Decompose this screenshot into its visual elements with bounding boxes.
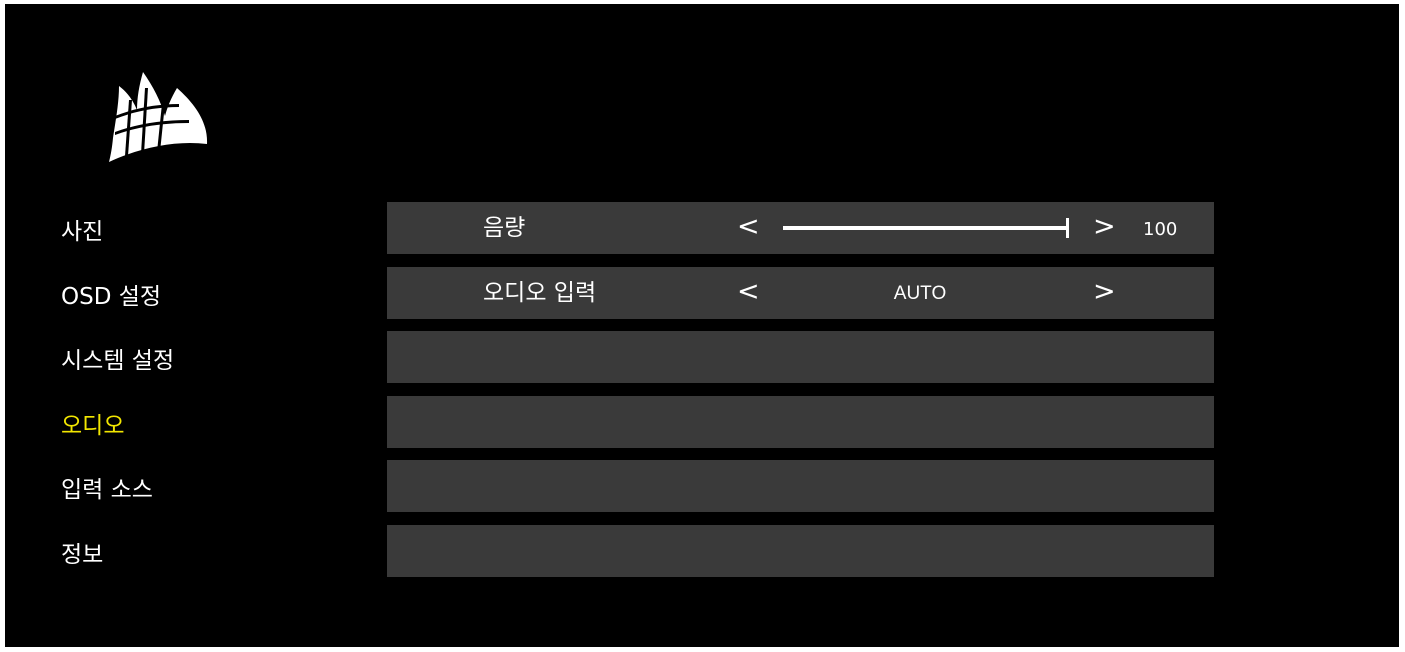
volume-increase-arrow-icon[interactable]: > [1093,202,1116,252]
menu-item-osd-settings[interactable]: OSD 설정 [61,265,174,330]
volume-label: 음량 [483,215,526,241]
audio-input-next-arrow-icon[interactable]: > [1093,267,1116,317]
menu-item-audio[interactable]: 오디오 [61,394,174,459]
menu-item-information[interactable]: 정보 [61,523,174,588]
audio-input-row[interactable]: 오디오 입력 < AUTO > [387,266,1214,319]
main-menu: 사진 OSD 설정 시스템 설정 오디오 입력 소스 정보 [61,200,174,588]
menu-item-input-source[interactable]: 입력 소스 [61,458,174,523]
audio-input-value: AUTO [893,282,947,304]
empty-row [387,395,1214,448]
empty-row [387,460,1214,513]
menu-item-picture[interactable]: 사진 [61,200,174,265]
osd-screen: 사진 OSD 설정 시스템 설정 오디오 입력 소스 정보 음량 < > 100… [5,4,1399,647]
empty-row [387,331,1214,384]
volume-decrease-arrow-icon[interactable]: < [737,202,760,252]
menu-item-system-settings[interactable]: 시스템 설정 [61,329,174,394]
settings-panel: 음량 < > 100 오디오 입력 < AUTO > [387,202,1214,590]
volume-slider-fill [783,226,1068,230]
audio-input-label: 오디오 입력 [483,279,597,306]
volume-value: 100 [1143,219,1178,240]
empty-row [387,524,1214,577]
volume-slider[interactable] [783,218,1069,238]
corsair-logo [109,72,208,162]
volume-slider-handle[interactable] [1066,218,1069,238]
audio-input-prev-arrow-icon[interactable]: < [737,267,760,317]
volume-row[interactable]: 음량 < > 100 [387,202,1214,254]
